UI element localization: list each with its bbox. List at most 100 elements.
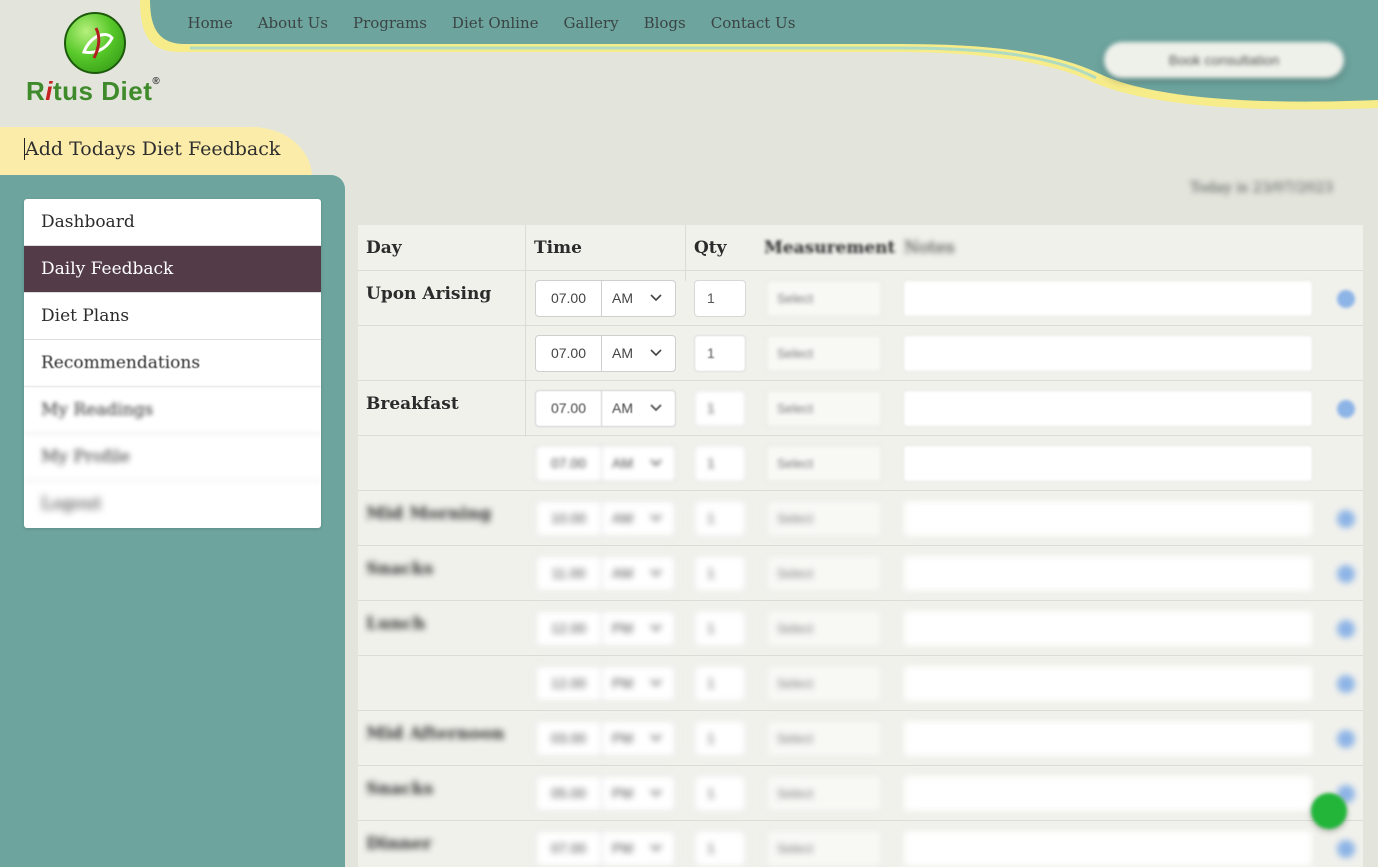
time-select[interactable]: 12.00 PM — [535, 665, 676, 702]
add-row-icon[interactable] — [1337, 565, 1355, 583]
chevron-down-icon[interactable] — [649, 401, 663, 415]
time-select[interactable]: 07.00 AM — [535, 335, 676, 372]
nav-blogs[interactable]: Blogs — [631, 12, 698, 34]
time-select[interactable]: 11.00 AM — [535, 555, 676, 592]
time-value[interactable]: 07.00 — [536, 336, 602, 371]
chevron-down-icon[interactable] — [649, 346, 663, 360]
add-row-icon[interactable] — [1337, 290, 1355, 308]
notes-input[interactable] — [903, 830, 1313, 867]
measurement-select[interactable]: Select — [766, 775, 882, 812]
chevron-down-icon[interactable] — [649, 621, 663, 635]
time-value[interactable]: 07.00 — [536, 281, 602, 316]
ampm-value[interactable]: AM — [612, 446, 633, 481]
add-row-icon[interactable] — [1337, 675, 1355, 693]
chevron-down-icon[interactable] — [649, 511, 663, 525]
add-row-icon[interactable] — [1337, 400, 1355, 418]
qty-input[interactable]: 1 — [694, 665, 746, 702]
add-row-icon[interactable] — [1337, 510, 1355, 528]
measurement-select[interactable]: Select — [766, 830, 882, 867]
nav-about-us[interactable]: About Us — [245, 12, 340, 34]
ritus-diet-logo[interactable]: Ritus Diet® — [24, 10, 174, 110]
qty-input[interactable]: 1 — [694, 720, 746, 757]
qty-input[interactable]: 1 — [694, 555, 746, 592]
notes-input[interactable] — [903, 445, 1313, 482]
measurement-select[interactable]: Select — [766, 665, 882, 702]
qty-input[interactable]: 1 — [694, 390, 746, 427]
time-select[interactable]: 07.00 AM — [535, 445, 676, 482]
time-value[interactable]: 10.00 — [536, 501, 602, 536]
nav-contact-us[interactable]: Contact Us — [698, 12, 808, 34]
measurement-select[interactable]: Select — [766, 335, 882, 372]
notes-input[interactable] — [903, 280, 1313, 317]
time-value[interactable]: 07.00 — [536, 831, 602, 866]
notes-input[interactable] — [903, 610, 1313, 647]
measurement-select[interactable]: Select — [766, 280, 882, 317]
ampm-value[interactable]: AM — [612, 391, 633, 426]
qty-input[interactable]: 1 — [694, 500, 746, 537]
time-value[interactable]: 11.00 — [536, 556, 602, 591]
nav-diet-online[interactable]: Diet Online — [439, 12, 551, 34]
time-value[interactable]: 03.00 — [536, 721, 602, 756]
measurement-select[interactable]: Select — [766, 720, 882, 757]
add-row-icon[interactable] — [1337, 620, 1355, 638]
chevron-down-icon[interactable] — [649, 566, 663, 580]
chevron-down-icon[interactable] — [649, 786, 663, 800]
measurement-select[interactable]: Select — [766, 445, 882, 482]
chat-icon[interactable] — [1311, 793, 1347, 829]
notes-input[interactable] — [903, 555, 1313, 592]
consultation-button[interactable]: Book consultation — [1104, 42, 1344, 78]
add-row-icon[interactable] — [1337, 730, 1355, 748]
qty-input[interactable]: 1 — [694, 830, 746, 867]
nav-programs[interactable]: Programs — [340, 12, 439, 34]
time-select[interactable]: 07.00 AM — [535, 390, 676, 427]
ampm-value[interactable]: PM — [612, 831, 633, 866]
notes-input[interactable] — [903, 500, 1313, 537]
time-select[interactable]: 12.00 PM — [535, 610, 676, 647]
ampm-value[interactable]: PM — [612, 611, 633, 646]
notes-input[interactable] — [903, 390, 1313, 427]
time-select[interactable]: 05.00 PM — [535, 775, 676, 812]
sidebar-item-my-profile[interactable]: My Profile — [24, 434, 321, 481]
chevron-down-icon[interactable] — [649, 731, 663, 745]
ampm-value[interactable]: AM — [612, 281, 633, 316]
chevron-down-icon[interactable] — [649, 841, 663, 855]
time-value[interactable]: 12.00 — [536, 611, 602, 646]
time-select[interactable]: 10.00 AM — [535, 500, 676, 537]
nav-gallery[interactable]: Gallery — [551, 12, 631, 34]
measurement-select[interactable]: Select — [766, 610, 882, 647]
sidebar-item-recommendations[interactable]: Recommendations — [24, 340, 321, 387]
notes-input[interactable] — [903, 720, 1313, 757]
notes-input[interactable] — [903, 665, 1313, 702]
time-value[interactable]: 07.00 — [536, 446, 602, 481]
chevron-down-icon[interactable] — [649, 456, 663, 470]
ampm-value[interactable]: AM — [612, 336, 633, 371]
sidebar-item-daily-feedback[interactable]: Daily Feedback — [24, 246, 321, 293]
measurement-select[interactable]: Select — [766, 500, 882, 537]
ampm-value[interactable]: AM — [612, 556, 633, 591]
qty-input[interactable]: 1 — [694, 445, 746, 482]
qty-input[interactable]: 1 — [694, 775, 746, 812]
sidebar-item-my-readings[interactable]: My Readings — [24, 387, 321, 434]
notes-input[interactable] — [903, 335, 1313, 372]
measurement-select[interactable]: Select — [766, 555, 882, 592]
qty-input[interactable]: 1 — [694, 280, 746, 317]
ampm-value[interactable]: AM — [612, 501, 633, 536]
qty-input[interactable]: 1 — [694, 335, 746, 372]
ampm-value[interactable]: PM — [612, 666, 633, 701]
notes-input[interactable] — [903, 775, 1313, 812]
chevron-down-icon[interactable] — [649, 291, 663, 305]
time-value[interactable]: 12.00 — [536, 666, 602, 701]
add-row-icon[interactable] — [1337, 840, 1355, 858]
measurement-select[interactable]: Select — [766, 390, 882, 427]
time-select[interactable]: 07.00 PM — [535, 830, 676, 867]
ampm-value[interactable]: PM — [612, 721, 633, 756]
nav-home[interactable]: Home — [175, 12, 245, 34]
time-select[interactable]: 07.00 AM — [535, 280, 676, 317]
time-value[interactable]: 07.00 — [536, 391, 602, 426]
sidebar-item-dashboard[interactable]: Dashboard — [24, 199, 321, 246]
time-value[interactable]: 05.00 — [536, 776, 602, 811]
sidebar-item-logout[interactable]: Logout — [24, 481, 321, 528]
qty-input[interactable]: 1 — [694, 610, 746, 647]
ampm-value[interactable]: PM — [612, 776, 633, 811]
chevron-down-icon[interactable] — [649, 676, 663, 690]
